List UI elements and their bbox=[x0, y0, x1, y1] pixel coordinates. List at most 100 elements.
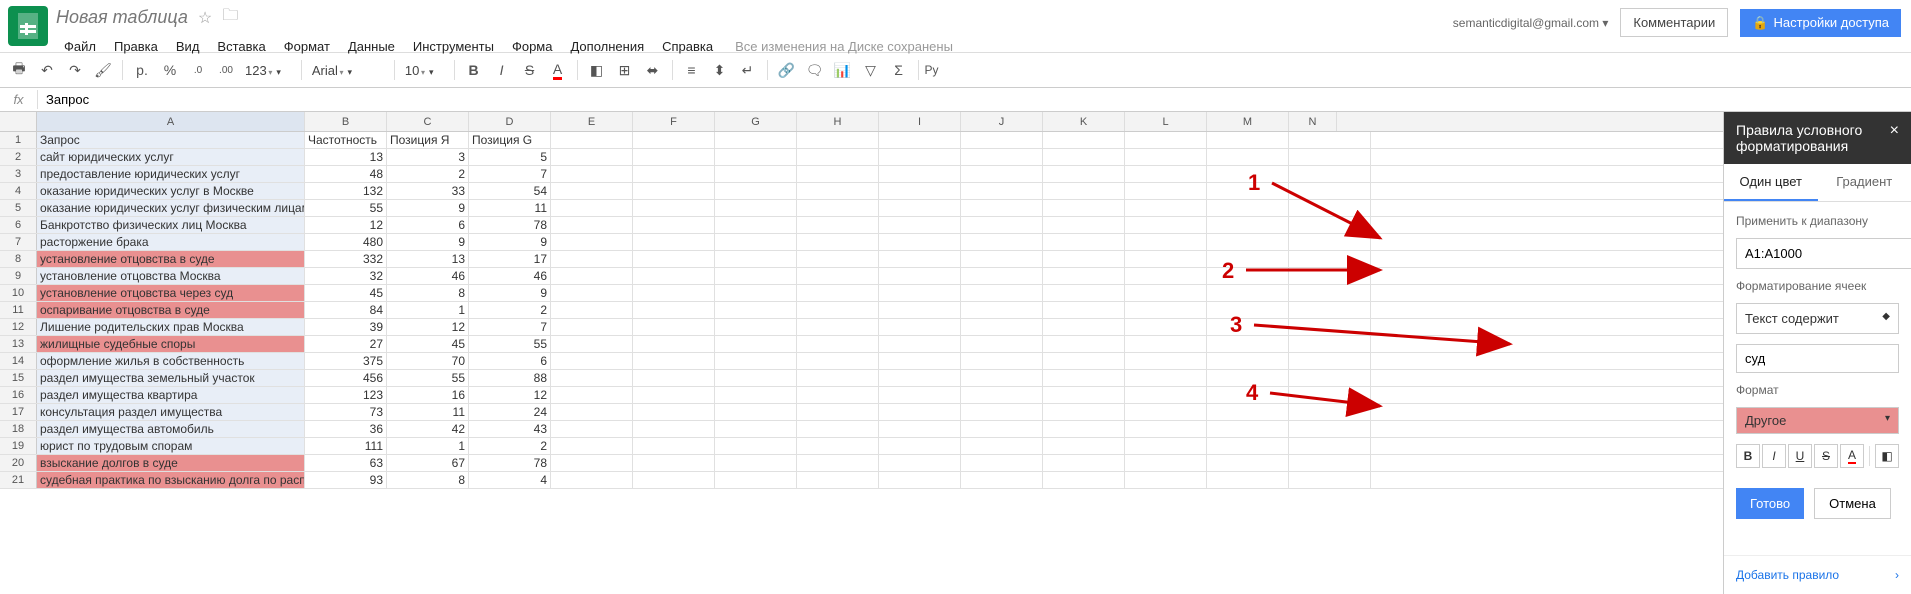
cell[interactable]: 78 bbox=[469, 217, 551, 233]
cell[interactable] bbox=[633, 217, 715, 233]
cell[interactable]: 70 bbox=[387, 353, 469, 369]
cell[interactable] bbox=[1289, 404, 1371, 420]
cell[interactable]: 55 bbox=[469, 336, 551, 352]
cell[interactable]: 1 bbox=[387, 302, 469, 318]
cell[interactable]: установление отцовства Москва bbox=[37, 268, 305, 284]
cell[interactable] bbox=[797, 404, 879, 420]
cell[interactable] bbox=[1207, 370, 1289, 386]
cell[interactable] bbox=[1125, 387, 1207, 403]
cell[interactable] bbox=[961, 370, 1043, 386]
cell[interactable]: 17 bbox=[469, 251, 551, 267]
row-header[interactable]: 17 bbox=[0, 404, 37, 420]
cell[interactable] bbox=[551, 472, 633, 488]
cell[interactable]: 7 bbox=[469, 319, 551, 335]
cell[interactable] bbox=[1125, 285, 1207, 301]
cell[interactable] bbox=[797, 166, 879, 182]
cell[interactable] bbox=[879, 200, 961, 216]
cell[interactable] bbox=[551, 234, 633, 250]
col-header-J[interactable]: J bbox=[961, 112, 1043, 131]
col-header-C[interactable]: C bbox=[387, 112, 469, 131]
cell[interactable]: 9 bbox=[387, 234, 469, 250]
cell[interactable] bbox=[715, 132, 797, 148]
cell[interactable] bbox=[1043, 336, 1125, 352]
cell[interactable] bbox=[797, 455, 879, 471]
cell[interactable] bbox=[879, 387, 961, 403]
cell[interactable] bbox=[1125, 302, 1207, 318]
tab-gradient[interactable]: Градиент bbox=[1818, 164, 1911, 201]
menu-view[interactable]: Вид bbox=[168, 36, 208, 57]
cell[interactable] bbox=[1043, 319, 1125, 335]
cell[interactable] bbox=[961, 251, 1043, 267]
cell[interactable] bbox=[1207, 183, 1289, 199]
cell[interactable] bbox=[797, 336, 879, 352]
cell[interactable] bbox=[1043, 217, 1125, 233]
cell[interactable]: 27 bbox=[305, 336, 387, 352]
cell[interactable] bbox=[1207, 234, 1289, 250]
cell[interactable] bbox=[633, 438, 715, 454]
cell[interactable]: 45 bbox=[305, 285, 387, 301]
cell[interactable] bbox=[1289, 319, 1371, 335]
cell[interactable] bbox=[1125, 234, 1207, 250]
cell[interactable] bbox=[715, 455, 797, 471]
cell[interactable]: 32 bbox=[305, 268, 387, 284]
cell[interactable]: сайт юридических услуг bbox=[37, 149, 305, 165]
redo-icon[interactable]: ↷ bbox=[62, 57, 88, 83]
cell[interactable] bbox=[879, 132, 961, 148]
cell[interactable] bbox=[1125, 166, 1207, 182]
cell[interactable]: оформление жилья в собственность bbox=[37, 353, 305, 369]
cell[interactable] bbox=[633, 183, 715, 199]
col-header-F[interactable]: F bbox=[633, 112, 715, 131]
menu-form[interactable]: Форма bbox=[504, 36, 561, 57]
cell[interactable] bbox=[1207, 336, 1289, 352]
cell[interactable]: 7 bbox=[469, 166, 551, 182]
cell[interactable]: 12 bbox=[305, 217, 387, 233]
cell[interactable] bbox=[1125, 217, 1207, 233]
cell[interactable] bbox=[1125, 268, 1207, 284]
menu-data[interactable]: Данные bbox=[340, 36, 403, 57]
cell[interactable]: 123 bbox=[305, 387, 387, 403]
row-header[interactable]: 16 bbox=[0, 387, 37, 403]
cell[interactable] bbox=[1289, 183, 1371, 199]
cell[interactable]: 8 bbox=[387, 285, 469, 301]
cell[interactable] bbox=[715, 217, 797, 233]
cell[interactable]: 42 bbox=[387, 421, 469, 437]
cell[interactable] bbox=[879, 404, 961, 420]
cell[interactable] bbox=[551, 200, 633, 216]
cell[interactable]: 2 bbox=[469, 302, 551, 318]
borders-icon[interactable]: ⊞ bbox=[612, 57, 638, 83]
functions-icon[interactable]: Σ bbox=[886, 57, 912, 83]
cell[interactable] bbox=[1043, 132, 1125, 148]
cell[interactable] bbox=[1043, 421, 1125, 437]
cell[interactable] bbox=[961, 455, 1043, 471]
cell[interactable] bbox=[879, 370, 961, 386]
cell[interactable] bbox=[1289, 353, 1371, 369]
cell[interactable] bbox=[961, 472, 1043, 488]
cell[interactable] bbox=[1207, 404, 1289, 420]
cell[interactable] bbox=[1043, 149, 1125, 165]
cell[interactable] bbox=[715, 183, 797, 199]
cell[interactable] bbox=[551, 319, 633, 335]
cell[interactable]: 46 bbox=[387, 268, 469, 284]
cell[interactable] bbox=[797, 421, 879, 437]
cell[interactable] bbox=[1289, 302, 1371, 318]
font-select[interactable]: Arial ▾ bbox=[308, 63, 388, 78]
cell[interactable] bbox=[797, 234, 879, 250]
cell[interactable] bbox=[961, 319, 1043, 335]
col-header-I[interactable]: I bbox=[879, 112, 961, 131]
cell[interactable] bbox=[551, 268, 633, 284]
cell[interactable]: 63 bbox=[305, 455, 387, 471]
cell[interactable]: раздел имущества земельный участок bbox=[37, 370, 305, 386]
cell[interactable] bbox=[551, 166, 633, 182]
print-icon[interactable]: 🖶 bbox=[6, 57, 32, 83]
cell[interactable]: Позиция Я bbox=[387, 132, 469, 148]
cell[interactable] bbox=[715, 166, 797, 182]
cell[interactable]: установление отцовства через суд bbox=[37, 285, 305, 301]
row-header[interactable]: 21 bbox=[0, 472, 37, 488]
filter-icon[interactable]: ▽ bbox=[858, 57, 884, 83]
star-icon[interactable]: ☆ bbox=[198, 8, 212, 28]
col-header-G[interactable]: G bbox=[715, 112, 797, 131]
cell[interactable]: 33 bbox=[387, 183, 469, 199]
cell[interactable] bbox=[879, 268, 961, 284]
cell[interactable] bbox=[879, 353, 961, 369]
cell[interactable]: 39 bbox=[305, 319, 387, 335]
